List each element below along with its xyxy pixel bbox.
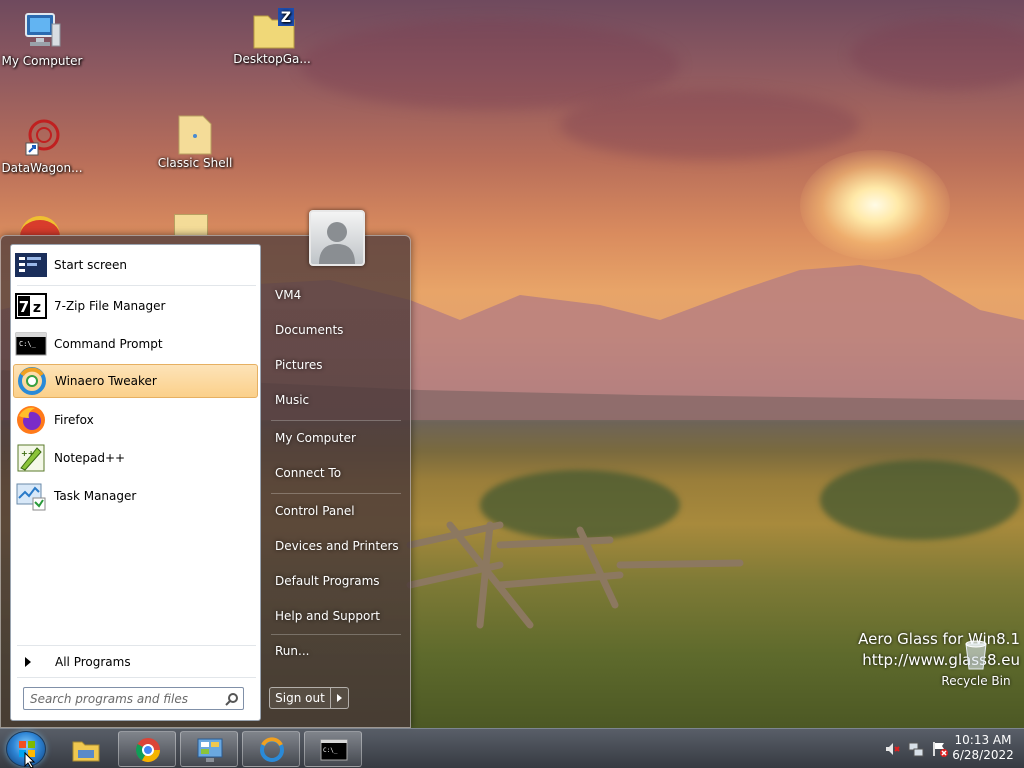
clock-date: 6/28/2022 (952, 748, 1014, 762)
program-firefox[interactable]: Firefox (13, 403, 258, 437)
places-item-run[interactable]: Run... (275, 644, 309, 658)
cloud (850, 20, 1024, 90)
taskbar: C:\_ 10:13 AM 6/28/2022 (0, 728, 1024, 768)
desktop-icon-desktopgadgets[interactable]: Z DesktopGa... (230, 8, 314, 66)
separator (271, 634, 401, 635)
sign-out-control: Sign out (269, 687, 349, 709)
separator (271, 420, 401, 421)
places-item-help-and-support[interactable]: Help and Support (275, 609, 380, 623)
svg-text:7: 7 (19, 298, 29, 316)
control-panel-icon (197, 738, 223, 762)
winaero-tweaker-icon (260, 737, 284, 762)
taskbar-explorer[interactable] (56, 731, 114, 767)
volume-muted-icon[interactable] (884, 741, 900, 757)
command-prompt-icon: C:\_ (320, 739, 348, 761)
places-item-documents[interactable]: Documents (275, 323, 343, 337)
system-tray: 10:13 AM 6/28/2022 (880, 729, 1024, 768)
program-command-prompt[interactable]: C:\_ Command Prompt (13, 327, 258, 361)
clock[interactable]: 10:13 AM 6/28/2022 (952, 733, 1014, 763)
separator (17, 285, 256, 286)
taskbar-chrome[interactable] (118, 731, 176, 767)
desktop-icon-datawagon[interactable]: DataWagon... (0, 117, 84, 175)
start-screen-icon (15, 249, 47, 281)
separator (17, 645, 256, 646)
cloud (560, 90, 860, 160)
wooden-fence (406, 521, 744, 629)
taskbar-command-prompt[interactable]: C:\_ (304, 731, 362, 767)
places-item-devices-and-printers[interactable]: Devices and Printers (275, 539, 399, 553)
folder-desktop-icon-partial[interactable] (174, 214, 208, 236)
places-item-vm4[interactable]: VM4 (275, 288, 301, 302)
folder-icon (175, 112, 215, 155)
datawagon-icon (22, 117, 62, 157)
svg-text:C:\_: C:\_ (323, 747, 338, 754)
places-item-control-panel[interactable]: Control Panel (275, 504, 355, 518)
recycle-bin-icon (960, 640, 992, 670)
program-notepad-plus-plus[interactable]: ++ Notepad++ (13, 441, 258, 475)
clock-time: 10:13 AM (954, 733, 1012, 747)
start-menu-programs-pane: Start screen 7z 7-Zip File Manager C:\_ … (10, 244, 261, 721)
places-item-default-programs[interactable]: Default Programs (275, 574, 380, 588)
svg-text:Z: Z (281, 10, 291, 26)
bush (820, 460, 1020, 540)
desktop-icon-my-computer[interactable]: My Computer (0, 10, 84, 68)
start-menu-places-pane: VM4 Documents Pictures Music My Computer… (263, 236, 411, 729)
svg-text:z: z (33, 300, 41, 316)
program-7zip[interactable]: 7z 7-Zip File Manager (13, 289, 258, 323)
network-icon[interactable] (908, 741, 924, 757)
taskbar-winaero-tweaker[interactable] (242, 731, 300, 767)
sign-out-button[interactable]: Sign out (269, 687, 331, 709)
task-manager-icon (15, 480, 47, 512)
winaero-tweaker-icon (16, 365, 48, 397)
folder-icon (72, 741, 100, 762)
places-item-my-computer[interactable]: My Computer (275, 431, 356, 445)
notepad-plus-plus-icon: ++ (15, 442, 47, 474)
7zip-icon: 7z (15, 290, 47, 322)
program-winaero-tweaker[interactable]: Winaero Tweaker (13, 364, 258, 398)
places-item-music[interactable]: Music (275, 393, 309, 407)
computer-icon (22, 10, 62, 50)
folder-zip-icon: Z (252, 8, 295, 49)
shutdown-options-arrow-icon[interactable] (331, 687, 349, 709)
taskbar-control-panel[interactable] (180, 731, 238, 767)
search-input[interactable] (23, 687, 244, 710)
mouse-cursor-icon (24, 752, 36, 768)
svg-text:++: ++ (21, 449, 34, 458)
command-prompt-icon: C:\_ (15, 328, 47, 360)
action-center-flag-icon[interactable] (932, 741, 948, 757)
start-menu: Start screen 7z 7-Zip File Manager C:\_ … (0, 210, 411, 729)
separator (271, 493, 401, 494)
all-programs-button[interactable]: All Programs (19, 650, 255, 674)
firefox-icon (15, 404, 47, 436)
sun (800, 150, 950, 260)
svg-text:C:\_: C:\_ (19, 340, 37, 348)
chrome-icon (135, 738, 160, 763)
places-item-connect-to[interactable]: Connect To (275, 466, 341, 480)
program-start-screen[interactable]: Start screen (13, 248, 258, 282)
separator (17, 677, 256, 678)
search-icon[interactable] (225, 692, 239, 706)
program-task-manager[interactable]: Task Manager (13, 479, 258, 513)
desktop-icon-classic-shell[interactable]: Classic Shell (153, 112, 237, 170)
places-item-pictures[interactable]: Pictures (275, 358, 323, 372)
desktop-icon-recycle-bin[interactable]: Recycle Bin (940, 640, 1012, 688)
chevron-right-icon (25, 657, 31, 667)
